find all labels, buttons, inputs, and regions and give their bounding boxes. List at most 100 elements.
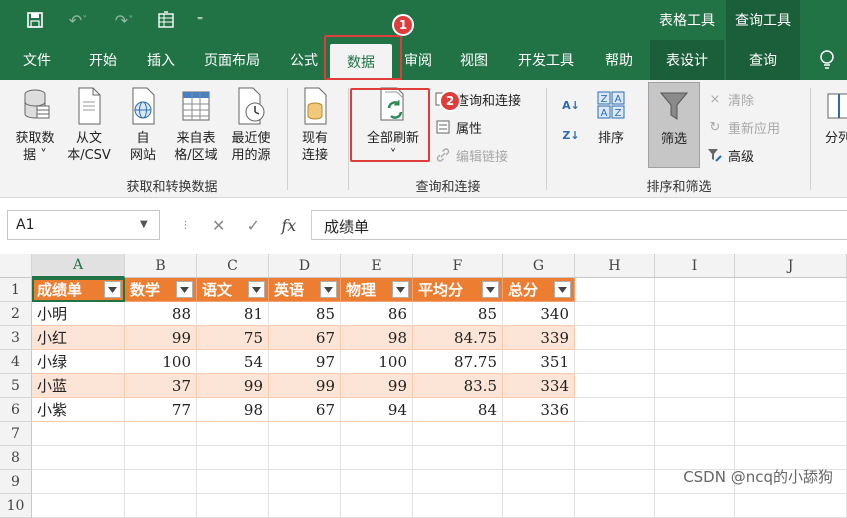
table-cell[interactable]: 351 bbox=[503, 350, 575, 374]
tab-home[interactable]: 开始 bbox=[78, 40, 128, 80]
table-cell[interactable]: 67 bbox=[269, 326, 341, 350]
tab-table-design[interactable]: 表设计 bbox=[650, 40, 724, 80]
empty-cell[interactable] bbox=[503, 446, 575, 470]
empty-cell[interactable] bbox=[32, 446, 125, 470]
redo-icon[interactable]: ↷ ˅ bbox=[104, 8, 144, 32]
column-header-i[interactable]: I bbox=[655, 254, 735, 278]
table-cell[interactable]: 84 bbox=[413, 398, 503, 422]
empty-cell[interactable] bbox=[575, 278, 655, 302]
column-header-j[interactable]: J bbox=[735, 254, 847, 278]
empty-cell[interactable] bbox=[413, 422, 503, 446]
empty-cell[interactable] bbox=[575, 302, 655, 326]
empty-cell[interactable] bbox=[575, 374, 655, 398]
empty-cell[interactable] bbox=[655, 278, 735, 302]
insert-function-icon[interactable]: fx bbox=[281, 216, 296, 235]
get-data-button[interactable]: 获取数 据 ˅ bbox=[8, 86, 62, 164]
empty-cell[interactable] bbox=[655, 494, 735, 518]
sort-az-button[interactable]: A↓ bbox=[562, 94, 584, 116]
empty-cell[interactable] bbox=[341, 446, 413, 470]
formula-input[interactable]: 成绩单 bbox=[311, 210, 847, 240]
properties-button[interactable]: 属性 bbox=[434, 116, 482, 138]
text-to-columns-button[interactable]: 分列 bbox=[818, 86, 847, 147]
from-table-range-button[interactable]: 来自表 格/区域 bbox=[168, 86, 224, 164]
table-cell[interactable]: 100 bbox=[125, 350, 197, 374]
empty-cell[interactable] bbox=[575, 326, 655, 350]
save-icon[interactable] bbox=[24, 8, 46, 32]
table-cell[interactable]: 99 bbox=[269, 374, 341, 398]
empty-cell[interactable] bbox=[413, 446, 503, 470]
empty-cell[interactable] bbox=[735, 494, 847, 518]
table-cell[interactable]: 85 bbox=[413, 302, 503, 326]
name-box-dropdown-icon[interactable]: ▼ bbox=[140, 219, 148, 230]
table-header-cell[interactable]: 物理 bbox=[341, 278, 413, 302]
table-cell[interactable]: 98 bbox=[341, 326, 413, 350]
row-header-1[interactable]: 1 bbox=[0, 278, 32, 302]
table-cell[interactable]: 339 bbox=[503, 326, 575, 350]
empty-cell[interactable] bbox=[655, 326, 735, 350]
recent-sources-button[interactable]: 最近使 用的源 bbox=[224, 86, 278, 164]
column-header-g[interactable]: G bbox=[503, 254, 575, 278]
advanced-filter-button[interactable]: 高级 bbox=[706, 144, 754, 166]
empty-cell[interactable] bbox=[735, 398, 847, 422]
empty-cell[interactable] bbox=[197, 470, 269, 494]
row-header-3[interactable]: 3 bbox=[0, 326, 32, 350]
tab-file[interactable]: 文件 bbox=[12, 40, 62, 80]
empty-cell[interactable] bbox=[269, 446, 341, 470]
empty-cell[interactable] bbox=[735, 350, 847, 374]
empty-cell[interactable] bbox=[655, 422, 735, 446]
sort-button[interactable]: ZAAZ 排序 bbox=[590, 86, 632, 147]
column-header-f[interactable]: F bbox=[413, 254, 503, 278]
empty-cell[interactable] bbox=[575, 494, 655, 518]
filter-button[interactable]: 筛选 bbox=[648, 82, 700, 168]
enter-icon[interactable]: ✓ bbox=[247, 216, 260, 235]
table-cell[interactable]: 81 bbox=[197, 302, 269, 326]
table-header-cell[interactable]: 语文 bbox=[197, 278, 269, 302]
empty-cell[interactable] bbox=[575, 398, 655, 422]
empty-cell[interactable] bbox=[341, 470, 413, 494]
empty-cell[interactable] bbox=[197, 422, 269, 446]
filter-dropdown-icon[interactable] bbox=[104, 281, 121, 298]
column-header-d[interactable]: D bbox=[269, 254, 341, 278]
worksheet-grid[interactable]: ABCDEFGHIJ 1 2 3 4 5 6 7 8 9 10 成绩单 数学 语文 英语 物理 平均分 总分小… bbox=[0, 254, 847, 518]
empty-cell[interactable] bbox=[269, 494, 341, 518]
table-cell[interactable]: 77 bbox=[125, 398, 197, 422]
tab-developer[interactable]: 开发工具 bbox=[510, 40, 582, 80]
filter-dropdown-icon[interactable] bbox=[320, 281, 337, 298]
table-header-cell[interactable]: 总分 bbox=[503, 278, 575, 302]
empty-cell[interactable] bbox=[125, 446, 197, 470]
table-cell[interactable]: 86 bbox=[341, 302, 413, 326]
empty-cell[interactable] bbox=[575, 446, 655, 470]
table-header-cell[interactable]: 平均分 bbox=[413, 278, 503, 302]
row-header-4[interactable]: 4 bbox=[0, 350, 32, 374]
tab-page-layout[interactable]: 页面布局 bbox=[196, 40, 268, 80]
row-header-10[interactable]: 10 bbox=[0, 494, 32, 518]
select-all-corner[interactable] bbox=[0, 254, 32, 278]
empty-cell[interactable] bbox=[575, 470, 655, 494]
empty-cell[interactable] bbox=[32, 422, 125, 446]
column-header-e[interactable]: E bbox=[341, 254, 413, 278]
table-cell[interactable]: 336 bbox=[503, 398, 575, 422]
row-header-8[interactable]: 8 bbox=[0, 446, 32, 470]
table-cell[interactable]: 小明 bbox=[32, 302, 125, 326]
from-text-csv-button[interactable]: 从文 本/CSV bbox=[62, 86, 116, 164]
empty-cell[interactable] bbox=[735, 326, 847, 350]
empty-cell[interactable] bbox=[655, 350, 735, 374]
table-cell[interactable]: 94 bbox=[341, 398, 413, 422]
sort-za-button[interactable]: Z↓ bbox=[562, 124, 584, 146]
table-cell[interactable]: 100 bbox=[341, 350, 413, 374]
empty-cell[interactable] bbox=[413, 470, 503, 494]
empty-cell[interactable] bbox=[503, 470, 575, 494]
table-header-cell[interactable]: 数学 bbox=[125, 278, 197, 302]
table-cell[interactable]: 99 bbox=[125, 326, 197, 350]
table-cell[interactable]: 小绿 bbox=[32, 350, 125, 374]
tab-formulas[interactable]: 公式 bbox=[282, 40, 326, 80]
table-cell[interactable]: 97 bbox=[269, 350, 341, 374]
filter-dropdown-icon[interactable] bbox=[554, 281, 571, 298]
from-web-button[interactable]: 自 网站 bbox=[118, 86, 168, 164]
filter-dropdown-icon[interactable] bbox=[392, 281, 409, 298]
row-header-5[interactable]: 5 bbox=[0, 374, 32, 398]
tab-insert[interactable]: 插入 bbox=[136, 40, 186, 80]
empty-cell[interactable] bbox=[125, 422, 197, 446]
empty-cell[interactable] bbox=[735, 278, 847, 302]
row-header-9[interactable]: 9 bbox=[0, 470, 32, 494]
